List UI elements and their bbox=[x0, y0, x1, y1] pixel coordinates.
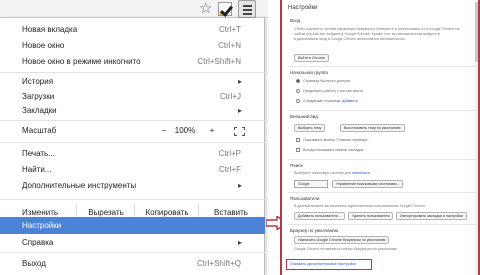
zoom-value: 100% bbox=[174, 126, 196, 135]
startup-add-link[interactable]: добавить bbox=[342, 99, 358, 103]
add-user-button[interactable]: Добавить пользователя... bbox=[294, 212, 345, 220]
default-browser-status: Google Chrome не является сейчас браузер… bbox=[294, 247, 398, 251]
browser-toolbar: ☆ bbox=[0, 0, 268, 18]
menu-item-settings[interactable]: Настройки bbox=[0, 217, 265, 234]
startup-option-text: Следующие страницы: bbox=[303, 99, 342, 103]
star-icon[interactable]: ☆ bbox=[199, 0, 212, 17]
submenu-arrow-icon: ▸ bbox=[238, 238, 243, 247]
menu-item-label: Новое окно в режиме инкогнито bbox=[22, 57, 141, 66]
menu-item-label: Новое окно bbox=[22, 41, 65, 50]
menu-item-label: Настройки bbox=[22, 221, 62, 230]
settings-page-panel: Настройки Вход Чтобы сохранить личные па… bbox=[280, 0, 480, 275]
menu-item-label: Выход bbox=[22, 259, 46, 268]
menu-item-find[interactable]: Найти... Ctrl+F bbox=[0, 161, 265, 178]
section-divider bbox=[288, 66, 476, 67]
search-description-text: Выберите поисковую систему для bbox=[294, 171, 351, 175]
section-divider bbox=[288, 192, 476, 193]
section-divider bbox=[288, 159, 476, 160]
signin-button[interactable]: Войти в Chrome bbox=[294, 54, 329, 62]
search-engine-value: Google bbox=[298, 182, 310, 186]
menu-item-label: Новая вкладка bbox=[22, 25, 78, 34]
startup-radio-continue[interactable] bbox=[296, 89, 300, 93]
import-bookmarks-button[interactable]: Импортировать закладки и настройки bbox=[396, 212, 467, 220]
section-divider bbox=[288, 110, 476, 111]
scrollbar[interactable] bbox=[475, 0, 478, 275]
zoom-label: Масштаб bbox=[22, 126, 57, 135]
delete-user-button[interactable]: Удалить пользователя bbox=[348, 212, 394, 220]
startup-option-label: Следующие страницы: добавить bbox=[303, 99, 358, 103]
show-advanced-settings-link[interactable]: Показать дополнительные настройки bbox=[286, 259, 372, 270]
users-description: В данный момент вы являетесь единственны… bbox=[294, 204, 427, 208]
section-heading-users: Пользователи bbox=[290, 196, 320, 201]
bookmarks-bar-option-label: Всегда показывать панель закладок bbox=[303, 148, 364, 152]
startup-radio-pages[interactable] bbox=[296, 99, 300, 103]
menu-item-label: Печать... bbox=[22, 149, 55, 158]
section-heading-startup: Начальная группа bbox=[290, 70, 328, 75]
menu-item-shortcut: Ctrl+P bbox=[218, 149, 241, 158]
menu-item-new-window[interactable]: Новое окно Ctrl+N bbox=[0, 37, 265, 54]
choose-theme-button[interactable]: Выбрать тему bbox=[294, 124, 326, 132]
chrome-main-menu: Новая вкладка Ctrl+T Новое окно Ctrl+N Н… bbox=[0, 18, 265, 275]
bookmarks-bar-checkbox[interactable] bbox=[296, 148, 300, 152]
menu-separator bbox=[0, 120, 265, 121]
extension-icon[interactable] bbox=[218, 2, 232, 16]
menu-item-incognito[interactable]: Новое окно в режиме инкогнито Ctrl+Shift… bbox=[0, 53, 265, 70]
manage-search-engines-button[interactable]: Управление поисковыми системами... bbox=[332, 180, 404, 188]
search-engine-select[interactable]: Google bbox=[294, 180, 328, 188]
make-default-browser-button[interactable]: Назначить Google Chrome браузером по умо… bbox=[294, 236, 390, 244]
submenu-arrow-icon: ▸ bbox=[238, 181, 243, 190]
startup-radio-new-tab[interactable] bbox=[296, 79, 300, 83]
startup-option-label: Продолжить работу с того же места bbox=[303, 89, 363, 93]
menu-item-shortcut: Ctrl+F bbox=[219, 165, 241, 174]
section-heading-default-browser: Браузер по умолчанию bbox=[290, 228, 339, 233]
home-button-checkbox[interactable] bbox=[296, 138, 300, 142]
menu-item-zoom: Масштаб − 100% + bbox=[0, 122, 265, 140]
reset-theme-button[interactable]: Восстановить тему по умолчанию bbox=[340, 124, 405, 132]
section-heading-search: Поиск bbox=[290, 163, 303, 168]
menu-item-help[interactable]: Справка ▸ bbox=[0, 234, 265, 251]
menu-item-label: Дополнительные инструменты bbox=[22, 181, 137, 190]
menu-item-print[interactable]: Печать... Ctrl+P bbox=[0, 145, 265, 162]
fullscreen-icon[interactable] bbox=[234, 127, 245, 136]
menu-item-exit[interactable]: Выход Ctrl+Shift+Q bbox=[0, 255, 265, 272]
menu-item-shortcut: Ctrl+Shift+N bbox=[197, 57, 241, 66]
zoom-in-button[interactable]: + bbox=[206, 122, 218, 140]
section-heading-appearance: Внешний вид bbox=[290, 114, 318, 119]
menu-item-label: Закладки bbox=[22, 106, 57, 115]
menu-item-more-tools[interactable]: Дополнительные инструменты ▸ bbox=[0, 177, 265, 194]
menu-separator bbox=[0, 142, 265, 143]
menu-item-shortcut: Ctrl+T bbox=[219, 25, 241, 34]
signin-text-line: в дальнейшем вход в Google Chrome выполн… bbox=[294, 37, 406, 41]
section-heading-signin: Вход bbox=[290, 18, 301, 23]
omnibox-link[interactable]: омнибокса bbox=[352, 171, 370, 175]
menu-item-label: Справка bbox=[22, 238, 54, 247]
submenu-arrow-icon: ▸ bbox=[238, 106, 243, 115]
menu-item-label: Найти... bbox=[22, 165, 52, 174]
menu-item-shortcut: Ctrl+N bbox=[218, 41, 241, 50]
hamburger-menu-icon[interactable] bbox=[238, 0, 256, 18]
menu-item-new-tab[interactable]: Новая вкладка Ctrl+T bbox=[0, 21, 265, 38]
home-button-option-label: Показывать кнопку "Главная страница" bbox=[303, 138, 369, 142]
startup-option-label: Страница быстрого доступа bbox=[303, 79, 350, 83]
menu-item-bookmarks[interactable]: Закладки ▸ bbox=[0, 102, 265, 119]
menu-separator bbox=[0, 199, 265, 200]
section-divider bbox=[288, 224, 476, 225]
menu-item-shortcut: Ctrl+Shift+Q bbox=[196, 259, 241, 268]
menu-separator bbox=[0, 252, 265, 253]
search-description: Выберите поисковую систему для омнибокса bbox=[294, 171, 474, 176]
zoom-out-button[interactable]: − bbox=[158, 122, 170, 140]
page-title: Настройки bbox=[288, 5, 318, 11]
